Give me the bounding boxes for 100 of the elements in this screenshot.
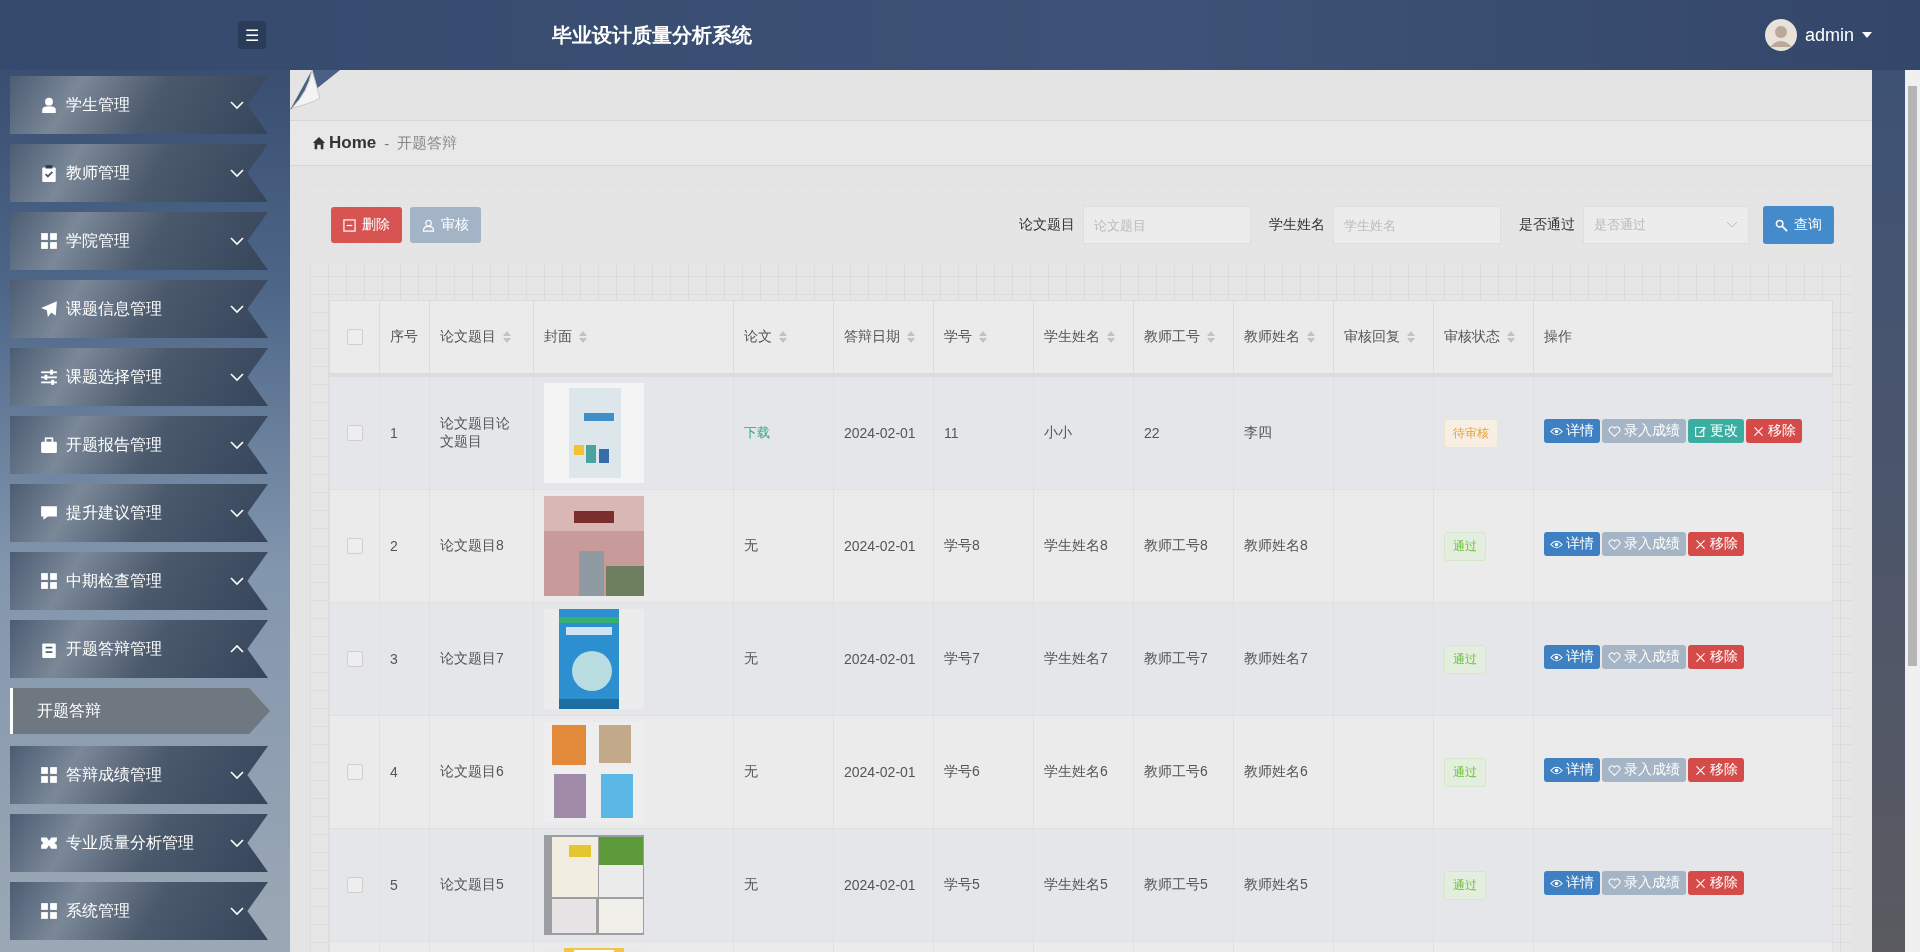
row-checkbox[interactable]	[346, 764, 363, 780]
sidebar-item[interactable]: 中期检查管理	[10, 552, 268, 610]
user-name[interactable]: admin	[1804, 24, 1854, 46]
search-button[interactable]: 查询	[1763, 206, 1834, 244]
row-checkbox[interactable]	[346, 877, 363, 893]
menu-toggle-button[interactable]: ☰	[238, 21, 266, 49]
filter-label: 学生姓名	[1269, 216, 1325, 234]
table-cell: 2024-02-01	[844, 877, 916, 893]
edit-button[interactable]: 更改	[1688, 419, 1744, 443]
sort-icon[interactable]	[778, 330, 788, 345]
column-header[interactable]: 论文	[744, 328, 772, 344]
table-cell: 2	[390, 538, 398, 554]
table-cell: 无	[744, 650, 758, 666]
scrollbar[interactable]	[1905, 70, 1920, 952]
sort-icon[interactable]	[578, 330, 588, 345]
sidebar-item[interactable]: 教师管理	[10, 144, 268, 202]
select-all-checkbox[interactable]	[346, 329, 363, 345]
caret-icon[interactable]	[1862, 31, 1872, 39]
row-checkbox[interactable]	[346, 425, 363, 441]
sidebar-item[interactable]: 课题选择管理	[10, 348, 268, 406]
status-badge: 通过	[1444, 531, 1486, 561]
remove-button[interactable]: 移除	[1688, 871, 1744, 895]
clipboard-icon	[40, 640, 58, 658]
remove-button[interactable]: 移除	[1688, 532, 1744, 556]
table-cell: 无	[744, 876, 758, 892]
download-link[interactable]: 下载	[744, 425, 770, 440]
heart-icon	[1608, 650, 1621, 664]
column-header[interactable]: 封面	[544, 328, 572, 344]
sort-icon[interactable]	[978, 330, 988, 345]
sort-icon[interactable]	[1506, 330, 1516, 345]
column-header[interactable]: 教师姓名	[1244, 328, 1300, 344]
table-cell: 李四	[1244, 424, 1272, 440]
system-title: 毕业设计质量分析系统	[552, 22, 752, 48]
column-header[interactable]: 审核回复	[1344, 328, 1400, 344]
column-header: 序号	[390, 328, 418, 344]
sidebar-item[interactable]: 专业质量分析管理	[10, 814, 268, 872]
sidebar-item[interactable]: 开题报告管理	[10, 416, 268, 474]
table-cell: 教师姓名5	[1244, 876, 1308, 892]
home-link[interactable]: Home	[312, 133, 377, 153]
detail-button[interactable]: 详情	[1544, 419, 1600, 443]
column-header[interactable]: 审核状态	[1444, 328, 1500, 344]
sort-icon[interactable]	[502, 330, 512, 345]
edit-icon	[1694, 424, 1707, 438]
remove-button[interactable]: 移除	[1688, 758, 1744, 782]
heart-icon	[1608, 763, 1621, 777]
sidebar-item[interactable]: 学生管理	[10, 76, 268, 134]
table-cell: 论文题目论文题目	[440, 415, 510, 449]
table-cell: 3	[390, 651, 398, 667]
sort-icon[interactable]	[1106, 330, 1116, 345]
table-cell: 论文题目8	[440, 537, 504, 553]
person-icon	[40, 96, 58, 114]
status-badge: 待审核	[1444, 418, 1498, 448]
grid-icon	[40, 902, 58, 920]
remove-button[interactable]: 移除	[1688, 645, 1744, 669]
sidebar-item[interactable]: 学院管理	[10, 212, 268, 270]
sidebar-item[interactable]: 系统管理	[10, 882, 268, 940]
status-badge: 通过	[1444, 757, 1486, 787]
sidebar-item[interactable]: 开题答辩管理	[10, 620, 268, 678]
paper-plane-icon	[40, 300, 58, 318]
table-cell: 教师工号7	[1144, 650, 1208, 666]
user-icon	[422, 218, 435, 232]
heart-icon	[1608, 424, 1621, 438]
remove-button[interactable]: 移除	[1746, 419, 1802, 443]
table-cell: 学号7	[944, 650, 980, 666]
table-cell: 无	[744, 537, 758, 553]
table-cell: 学生姓名8	[1044, 537, 1108, 553]
column-header[interactable]: 答辩日期	[844, 328, 900, 344]
sort-icon[interactable]	[1406, 330, 1416, 345]
filter-label: 是否通过	[1519, 216, 1575, 234]
sidebar-item[interactable]: 课题信息管理	[10, 280, 268, 338]
chevron-icon	[1726, 221, 1738, 229]
sort-icon[interactable]	[906, 330, 916, 345]
table-cell: 学号5	[944, 876, 980, 892]
column-header[interactable]: 教师工号	[1144, 328, 1200, 344]
briefcase-icon	[40, 436, 58, 454]
column-header[interactable]: 论文题目	[440, 328, 496, 344]
avatar[interactable]	[1764, 19, 1797, 51]
column-header: 操作	[1544, 328, 1572, 344]
grid-icon	[40, 572, 58, 590]
sort-icon[interactable]	[1206, 330, 1216, 345]
detail-button[interactable]: 详情	[1544, 532, 1600, 556]
detail-button[interactable]: 详情	[1544, 871, 1600, 895]
detail-button[interactable]: 详情	[1544, 645, 1600, 669]
sidebar-item[interactable]: 提升建议管理	[10, 484, 268, 542]
column-header[interactable]: 学生姓名	[1044, 328, 1100, 344]
home-icon	[312, 136, 326, 150]
detail-button[interactable]: 详情	[1544, 758, 1600, 782]
row-checkbox[interactable]	[346, 651, 363, 667]
status-badge: 通过	[1444, 870, 1486, 900]
page-curl-icon	[290, 70, 340, 110]
table-cell: 无	[744, 763, 758, 779]
column-header[interactable]: 学号	[944, 328, 972, 344]
table-cell: 论文题目6	[440, 763, 504, 779]
ticket-icon	[40, 834, 58, 852]
row-checkbox[interactable]	[346, 538, 363, 554]
sort-icon[interactable]	[1306, 330, 1316, 345]
sidebar-item[interactable]: 答辩成绩管理	[10, 746, 268, 804]
sidebar-subitem[interactable]: 开题答辩	[10, 688, 270, 734]
close-icon	[1694, 876, 1707, 890]
delete-button[interactable]: 删除	[331, 207, 402, 243]
